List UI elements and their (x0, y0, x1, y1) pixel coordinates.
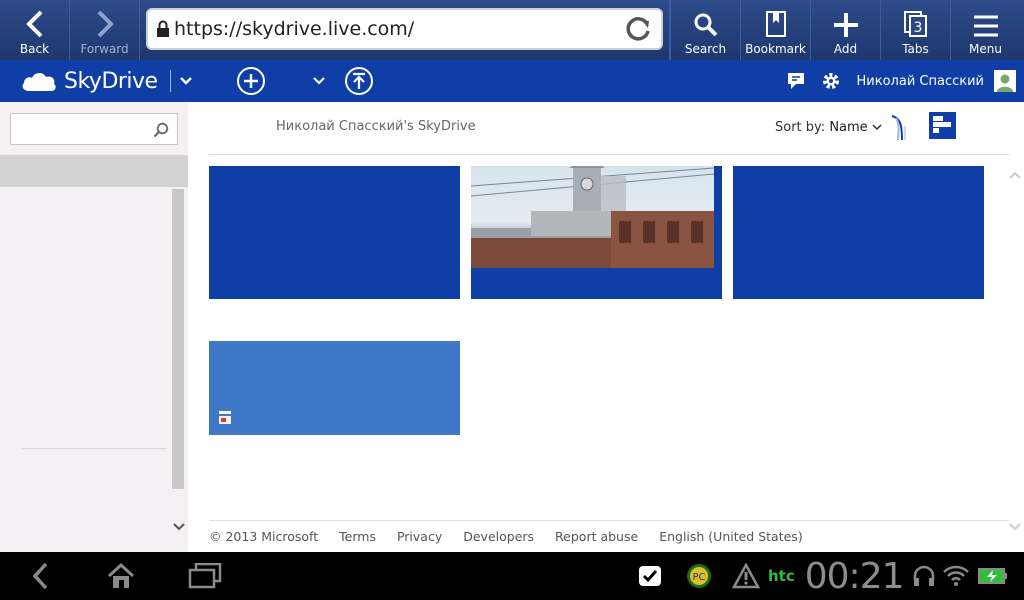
chevron-left-icon (25, 10, 42, 38)
user-name[interactable]: Николай Спасский (857, 74, 984, 89)
plus-icon (833, 13, 858, 37)
chevron-down-icon[interactable] (312, 77, 325, 85)
bookmark-icon (765, 11, 786, 37)
skydrive-header: SkyDrive Николай Спасский (0, 60, 1024, 102)
chevron-right-icon (97, 10, 114, 38)
bookmark-button[interactable]: Bookmark (740, 0, 810, 60)
thumbnails-icon (933, 116, 951, 133)
headset-icon (913, 565, 934, 586)
copyright: © 2013 Microsoft (209, 529, 319, 544)
footer: © 2013 Microsoft Terms Privacy Developer… (209, 520, 1009, 552)
chevron-down-icon[interactable] (172, 522, 186, 532)
avatar[interactable] (994, 70, 1016, 92)
footer-link-privacy[interactable]: Privacy (397, 529, 442, 544)
forward-label: Forward (80, 42, 129, 56)
upload-button[interactable] (344, 67, 373, 95)
skydrive-logo[interactable]: SkyDrive (20, 69, 158, 94)
search-icon (694, 13, 717, 37)
sort-value: Name (829, 120, 868, 135)
battery-charging-icon (977, 568, 1007, 584)
document-tile[interactable] (209, 341, 460, 435)
search-button[interactable]: Search (670, 0, 740, 60)
forward-button[interactable]: Forward (70, 0, 140, 60)
search-input[interactable] (10, 113, 178, 145)
sidebar (0, 102, 188, 552)
sidebar-scrollbar[interactable] (172, 189, 184, 489)
brand-name: SkyDrive (64, 68, 158, 94)
url-field[interactable]: https://skydrive.live.com/ (146, 8, 663, 50)
add-button[interactable]: Add (810, 0, 880, 60)
home-icon[interactable] (106, 562, 136, 590)
header-user-area: Николай Спасский (787, 70, 1024, 92)
cloud-icon (22, 72, 56, 91)
user-icon (997, 74, 1013, 92)
address-bar: https://skydrive.live.com/ (140, 0, 670, 60)
back-button[interactable]: Back (0, 0, 70, 60)
tabs-label: Tabs (902, 42, 929, 56)
upload-icon (352, 72, 365, 89)
folder-tile[interactable] (209, 166, 460, 299)
browser-toolbar: Back Forward https://skydrive.live.com/ … (0, 0, 1024, 60)
sort-control[interactable]: Sort by: Name (775, 120, 882, 135)
sort-label: Sort by: (775, 120, 826, 135)
menu-label: Menu (969, 42, 1002, 56)
footer-link-developers[interactable]: Developers (463, 529, 534, 544)
chevron-up-icon[interactable] (1008, 170, 1022, 180)
footer-link-report-abuse[interactable]: Report abuse (555, 529, 638, 544)
album-thumbnail (471, 166, 714, 268)
tabs-icon: 3 (903, 11, 927, 37)
system-bar: PC htc 00:21 (0, 552, 1024, 600)
bookmark-label: Bookmark (745, 42, 806, 56)
create-button[interactable] (236, 67, 265, 95)
wifi-icon (942, 565, 969, 586)
tabs-button[interactable]: 3 Tabs (880, 0, 950, 60)
document-icon (219, 411, 231, 424)
back-label: Back (19, 42, 50, 56)
add-label: Add (833, 42, 858, 56)
thumbnail-view-button[interactable] (929, 112, 956, 139)
chevron-down-icon[interactable] (179, 76, 193, 86)
menu-button[interactable]: Menu (950, 0, 1020, 60)
breadcrumb[interactable]: Николай Спасский's SkyDrive (276, 119, 476, 134)
warning-icon[interactable] (732, 563, 760, 589)
tabs-count: 3 (913, 20, 922, 36)
toolbar-divider (209, 154, 1009, 155)
clock: 00:21 (804, 555, 905, 597)
main-content: Николай Спасский's SkyDrive Sort by: Nam… (188, 102, 1024, 552)
svg-text:PC: PC (692, 572, 705, 583)
back-nav-icon[interactable] (30, 561, 50, 591)
search-icon[interactable] (153, 122, 169, 138)
pc-app-icon[interactable]: PC (686, 563, 712, 589)
sidebar-divider (22, 448, 167, 449)
search-label: Search (684, 42, 727, 56)
menu-icon (973, 15, 998, 37)
recent-apps-icon[interactable] (188, 563, 222, 589)
htc-logo: htc (768, 567, 795, 585)
footer-link-language[interactable]: English (United States) (659, 529, 803, 544)
url-text: https://skydrive.live.com/ (174, 18, 415, 40)
details-view-icon[interactable] (888, 114, 908, 142)
plus-icon (243, 74, 258, 88)
lock-icon (157, 20, 169, 37)
refresh-icon[interactable] (623, 14, 653, 44)
building-photo (471, 166, 714, 268)
chevron-down-icon[interactable] (1008, 522, 1022, 532)
notification-check-icon[interactable] (638, 564, 662, 588)
messenger-icon[interactable] (787, 72, 807, 90)
chevron-down-icon (872, 124, 882, 131)
gear-icon[interactable] (821, 71, 841, 91)
sidebar-selected-band[interactable] (0, 155, 188, 187)
folder-tile[interactable] (733, 166, 984, 299)
photo-album-tile[interactable] (471, 166, 722, 299)
header-divider (169, 70, 171, 92)
footer-link-terms[interactable]: Terms (339, 529, 376, 544)
